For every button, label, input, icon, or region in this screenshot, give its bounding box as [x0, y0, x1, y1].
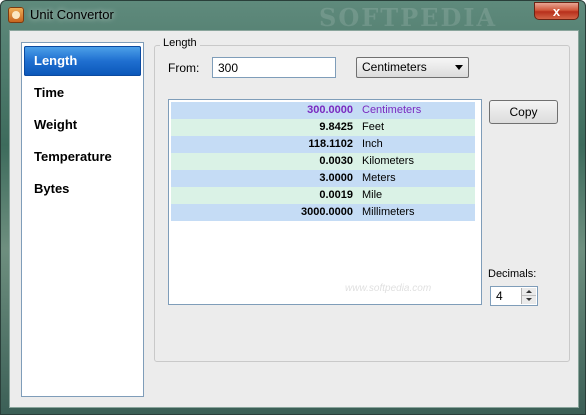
category-bytes[interactable]: Bytes	[24, 174, 141, 204]
result-row[interactable]: 9.8425 Feet	[171, 119, 475, 136]
result-value: 300.0000	[307, 104, 353, 116]
from-label: From:	[168, 61, 200, 75]
app-icon	[8, 7, 24, 23]
result-value: 3.0000	[319, 172, 353, 184]
result-unit: Millimeters	[362, 206, 415, 218]
result-row[interactable]: 0.0019 Mile	[171, 187, 475, 204]
spinner-buttons	[521, 288, 536, 304]
close-button[interactable]: x	[534, 2, 579, 20]
decimals-spinner[interactable]: 4	[490, 286, 538, 306]
result-value: 0.0030	[319, 155, 353, 167]
spin-up-icon[interactable]	[522, 288, 536, 296]
decimals-label: Decimals:	[488, 268, 537, 280]
title-bar[interactable]: Unit Convertor SOFTPEDIA x	[1, 1, 585, 32]
result-unit: Feet	[362, 121, 385, 133]
category-temperature[interactable]: Temperature	[24, 142, 141, 172]
spin-down-icon[interactable]	[522, 296, 536, 304]
result-row[interactable]: 0.0030 Kilometers	[171, 153, 475, 170]
from-unit-select[interactable]: Centimeters	[356, 57, 469, 78]
result-unit: Inch	[362, 138, 383, 150]
result-unit: Centimeters	[362, 104, 422, 116]
category-list: Length Time Weight Temperature Bytes	[21, 42, 144, 397]
close-icon: x	[552, 4, 561, 19]
window-title: Unit Convertor	[30, 7, 114, 22]
client-area: Length Time Weight Temperature Bytes Len…	[9, 30, 579, 408]
from-value-input[interactable]	[212, 57, 336, 78]
copy-button[interactable]: Copy	[489, 100, 558, 124]
result-value: 0.0019	[319, 189, 353, 201]
result-value: 3000.0000	[301, 206, 353, 218]
results-list[interactable]: 300.0000 Centimeters 9.8425 Feet 118.110…	[168, 99, 482, 305]
result-row[interactable]: 3.0000 Meters	[171, 170, 475, 187]
result-unit: Kilometers	[362, 155, 414, 167]
result-value: 118.1102	[308, 138, 353, 150]
chevron-down-icon	[455, 65, 463, 70]
app-window: Unit Convertor SOFTPEDIA x Length Time W…	[0, 0, 586, 415]
watermark-logo: SOFTPEDIA	[319, 3, 498, 32]
category-length[interactable]: Length	[24, 46, 141, 76]
result-row[interactable]: 300.0000 Centimeters	[171, 102, 475, 119]
category-time[interactable]: Time	[24, 78, 141, 108]
group-title: Length	[160, 37, 200, 49]
result-row[interactable]: 3000.0000 Millimeters	[171, 204, 475, 221]
from-unit-value: Centimeters	[362, 60, 427, 74]
result-unit: Meters	[362, 172, 396, 184]
result-row[interactable]: 118.1102 Inch	[171, 136, 475, 153]
decimals-value: 4	[496, 289, 503, 303]
result-value: 9.8425	[319, 121, 353, 133]
category-weight[interactable]: Weight	[24, 110, 141, 140]
softpedia-watermark: www.softpedia.com	[345, 283, 432, 294]
result-unit: Mile	[362, 189, 383, 201]
